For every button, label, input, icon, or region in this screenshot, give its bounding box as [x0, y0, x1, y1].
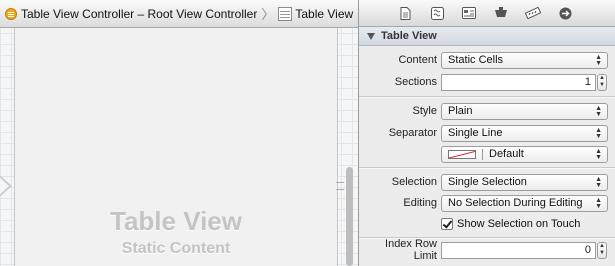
identity-icon[interactable]: [459, 5, 479, 21]
segue-connector-icon: [336, 182, 344, 190]
quick-help-icon[interactable]: [427, 5, 447, 21]
jump-bar-scene-label: Table View Controller – Root View Contro…: [21, 6, 258, 21]
separator-color-row: Default ▲ ▼: [359, 144, 615, 164]
show-selection-checkbox[interactable]: [441, 218, 453, 230]
separator-color-value: Default: [489, 148, 524, 160]
index-row-limit-row: Index Row Limit 0 ▲ ▼: [359, 238, 615, 262]
show-selection-label[interactable]: Show Selection on Touch: [457, 218, 580, 230]
scene-subtitle: Static Content: [121, 240, 231, 257]
attributes-inspector: Table View Content Static Cells ▲ ▼ Secti…: [358, 0, 615, 266]
attributes-icon[interactable]: [491, 5, 511, 21]
editing-row: Editing No Selection During Editing ▲ ▼: [359, 193, 615, 213]
content-label: Content: [398, 54, 437, 66]
sections-stepper[interactable]: ▲ ▼: [597, 73, 607, 91]
color-swatch-icon: [448, 149, 476, 159]
jump-bar: Table View Controller – Root View Contro…: [0, 0, 358, 28]
content-row: Content Static Cells ▲ ▼: [359, 50, 615, 70]
size-icon[interactable]: [523, 5, 543, 21]
style-row: Style Plain ▲ ▼: [359, 101, 615, 121]
separator-value: Single Line: [448, 127, 503, 139]
show-selection-row: Show Selection on Touch: [359, 214, 615, 234]
scene-title: Table View: [110, 206, 242, 236]
editing-label: Editing: [403, 197, 437, 209]
initial-scene-arrow-icon: [0, 170, 12, 202]
popup-arrows-icon: ▲ ▼: [595, 53, 602, 67]
sections-row: Sections 1 ▲ ▼: [359, 72, 615, 92]
style-value: Plain: [448, 105, 473, 117]
sections-label: Sections: [394, 76, 437, 88]
file-icon[interactable]: [395, 5, 415, 21]
connections-icon[interactable]: [555, 5, 575, 21]
divider: [359, 96, 615, 98]
popup-arrows-icon: ▲ ▼: [595, 147, 602, 161]
jump-bar-controller[interactable]: Table View Controller – Root View Contro…: [0, 7, 257, 21]
popup-arrows-icon: ▲ ▼: [595, 104, 602, 118]
separator-popup[interactable]: Single Line ▲ ▼: [441, 124, 608, 142]
table-view-scene[interactable]: Table View Static Content: [14, 28, 338, 266]
popup-arrows-icon: ▲ ▼: [595, 126, 602, 140]
popup-arrows-icon: ▲ ▼: [595, 175, 602, 189]
selection-popup[interactable]: Single Selection ▲ ▼: [441, 173, 608, 191]
separator-label: Separator: [388, 127, 437, 139]
index-row-limit-field[interactable]: 0: [441, 241, 596, 259]
inspector-tab-bar: [359, 0, 615, 27]
view-controller-icon: [5, 7, 17, 20]
jump-bar-object-label: Table View: [295, 6, 354, 21]
jump-bar-table-view[interactable]: Table View: [278, 6, 354, 21]
index-row-limit-label: Index Row Limit: [385, 238, 437, 262]
sections-field[interactable]: 1: [441, 73, 596, 91]
content-popup[interactable]: Static Cells ▲ ▼: [441, 51, 608, 69]
popup-arrows-icon: ▲ ▼: [595, 196, 602, 210]
index-row-limit-stepper[interactable]: ▲ ▼: [597, 241, 607, 259]
style-label: Style: [412, 105, 437, 117]
canvas-scrollbar[interactable]: [346, 167, 353, 266]
disclosure-triangle-icon[interactable]: [367, 32, 375, 40]
editing-popup[interactable]: No Selection During Editing ▲ ▼: [441, 194, 608, 212]
storyboard-canvas[interactable]: Table View Static Content Table View Con…: [0, 0, 358, 266]
table-view-icon: [278, 6, 293, 21]
content-value: Static Cells: [448, 54, 504, 66]
style-popup[interactable]: Plain ▲ ▼: [441, 102, 608, 120]
selection-label: Selection: [391, 176, 437, 188]
selection-row: Selection Single Selection ▲ ▼: [359, 172, 615, 192]
chevron-right-icon: 〉: [261, 7, 275, 22]
divider: [359, 167, 615, 169]
selection-value: Single Selection: [448, 176, 527, 188]
table-view-section-header[interactable]: Table View: [359, 27, 615, 46]
section-title: Table View: [381, 30, 437, 42]
separator-row: Separator Single Line ▲ ▼: [359, 123, 615, 143]
editing-value: No Selection During Editing: [448, 197, 583, 209]
separator-color-popup[interactable]: Default ▲ ▼: [441, 145, 608, 163]
